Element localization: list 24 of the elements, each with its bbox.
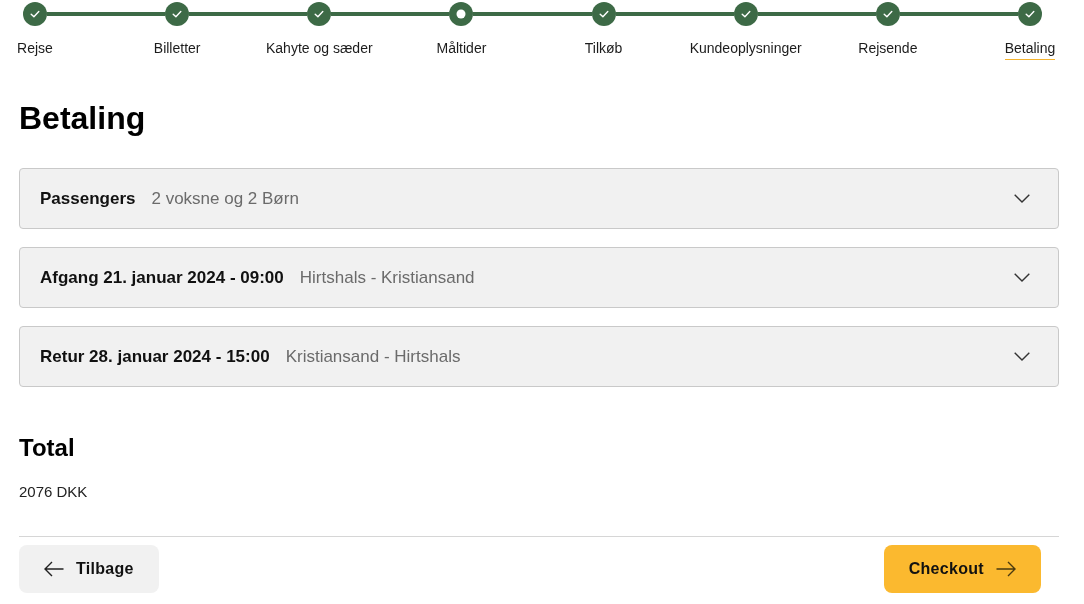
checkout-button[interactable]: Checkout	[883, 545, 1041, 593]
section-title: Afgang 21. januar 2024 - 09:00	[40, 267, 284, 288]
arrow-right-icon	[996, 561, 1016, 577]
section-summary: Hirtshals - Kristiansand	[299, 267, 476, 288]
step-label[interactable]: Tilkøb	[584, 40, 623, 60]
section-title: Retur 28. januar 2024 - 15:00	[40, 346, 270, 367]
step-label[interactable]: Rejsende	[858, 40, 918, 60]
accordion-item[interactable]: Afgang 21. januar 2024 - 09:00 Hirtshals - Kristiansand	[19, 247, 1059, 308]
section-summary: 2 voksne og 2 Børn	[151, 188, 300, 209]
total-heading: Total	[19, 433, 76, 463]
step-label[interactable]: Kundeoplysninger	[689, 40, 802, 60]
arrow-left-icon	[44, 561, 64, 577]
section-summary: Kristiansand - Hirtshals	[285, 346, 462, 367]
section-title: Passengers	[40, 188, 136, 209]
step-label[interactable]: Måltider	[436, 40, 487, 60]
page-title: Betaling	[19, 99, 147, 138]
step-label[interactable]: Betaling	[1004, 40, 1056, 60]
step-label[interactable]: Billetter	[153, 40, 201, 60]
back-button[interactable]: Tilbage	[19, 545, 159, 593]
accordion-item[interactable]: Retur 28. januar 2024 - 15:00 Kristiansand - Hirtshals	[19, 326, 1059, 387]
total-amount: 2076 DKK	[19, 482, 89, 502]
step-label[interactable]: Rejse	[17, 40, 53, 60]
accordion-item[interactable]: Passengers 2 voksne og 2 Børn	[19, 168, 1059, 229]
step-label[interactable]: Kahyte og sæder	[265, 40, 373, 60]
